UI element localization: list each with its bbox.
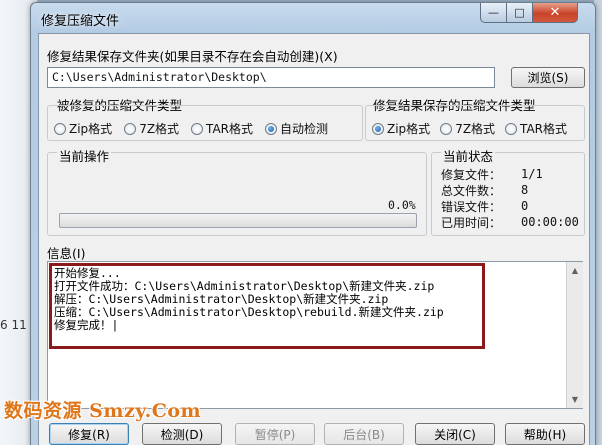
status-elapsed-time-value: 00:00:00 [521, 215, 579, 229]
info-log[interactable]: 开始修复... 打开文件成功：C:\Users\Administrator\De… [47, 261, 583, 409]
minimize-icon: — [488, 6, 499, 19]
radio-icon [505, 122, 518, 135]
scroll-up-icon[interactable]: ▲ [567, 262, 583, 278]
maximize-button[interactable]: □ [507, 3, 533, 23]
log-line: 修复完成！| [54, 318, 119, 332]
close-button[interactable]: 关闭(C) [415, 423, 495, 445]
current-operation-legend: 当前操作 [57, 146, 112, 165]
result-type-option-zip[interactable]: Zip格式 [372, 120, 430, 137]
radio-icon [440, 122, 453, 135]
output-folder-input[interactable]: C:\Users\Administrator\Desktop\ [47, 67, 495, 88]
background-button[interactable]: 后台(B) [324, 423, 404, 445]
close-icon: ✕ [549, 5, 561, 20]
result-type-options: Zip格式 7Z格式 TAR格式 [372, 120, 567, 137]
status-repaired-files-value: 1/1 [521, 167, 543, 181]
progress-bar [59, 213, 417, 228]
info-scrollbar[interactable]: ▲ ▼ [566, 262, 583, 408]
info-label: 信息(I) [47, 246, 86, 261]
maximize-icon: □ [514, 6, 525, 19]
source-type-option-tar[interactable]: TAR格式 [191, 120, 253, 137]
status-error-files-value: 0 [521, 199, 529, 213]
pause-button[interactable]: 暂停(P) [235, 423, 315, 445]
repair-button[interactable]: 修复(R) [49, 423, 129, 445]
titlebar-controls: — □ ✕ [480, 3, 578, 23]
radio-icon [124, 122, 137, 135]
status-error-files-label: 错误文件： [441, 200, 502, 214]
scroll-down-icon[interactable]: ▼ [567, 391, 583, 407]
radio-selected-icon [372, 122, 384, 135]
status-total-files-value: 8 [521, 183, 529, 197]
browse-button[interactable]: 浏览(S) [511, 67, 585, 88]
source-type-option-7z[interactable]: 7Z格式 [124, 120, 179, 137]
minimize-button[interactable]: — [480, 3, 507, 23]
source-type-options: Zip格式 7Z格式 TAR格式 自动检测 [54, 120, 340, 137]
status-total-files-label: 总文件数： [441, 184, 502, 198]
help-button[interactable]: 帮助(H) [505, 423, 585, 445]
status-repaired-files-label: 修复文件： [441, 168, 502, 182]
status-elapsed-time-label: 已用时间： [441, 216, 502, 230]
source-type-option-zip[interactable]: Zip格式 [54, 120, 112, 137]
background-window-text: 6 11 [0, 318, 27, 332]
check-button[interactable]: 检测(D) [142, 423, 222, 445]
source-type-option-auto[interactable]: 自动检测 [265, 120, 328, 137]
close-window-button[interactable]: ✕ [533, 3, 578, 23]
progress-percent: 0.0% [388, 198, 416, 212]
radio-selected-icon [265, 122, 277, 135]
window-title: 修复压缩文件 [41, 14, 120, 29]
result-type-option-7z[interactable]: 7Z格式 [440, 120, 495, 137]
output-folder-label: 修复结果保存文件夹(如果目录不存在会自动创建)(X) [47, 49, 338, 64]
site-watermark: 数码资源 Smzy.Com [4, 400, 202, 422]
radio-icon [54, 122, 66, 135]
result-type-option-tar[interactable]: TAR格式 [505, 120, 567, 137]
repair-archive-dialog: 修复压缩文件 — □ ✕ 修复结果保存文件夹(如果目录不存在会自动创建)(X) … [30, 2, 596, 445]
dialog-client-area: 修复结果保存文件夹(如果目录不存在会自动创建)(X) C:\Users\Admi… [38, 33, 590, 445]
current-status-legend: 当前状态 [441, 146, 496, 165]
radio-icon [191, 122, 204, 135]
